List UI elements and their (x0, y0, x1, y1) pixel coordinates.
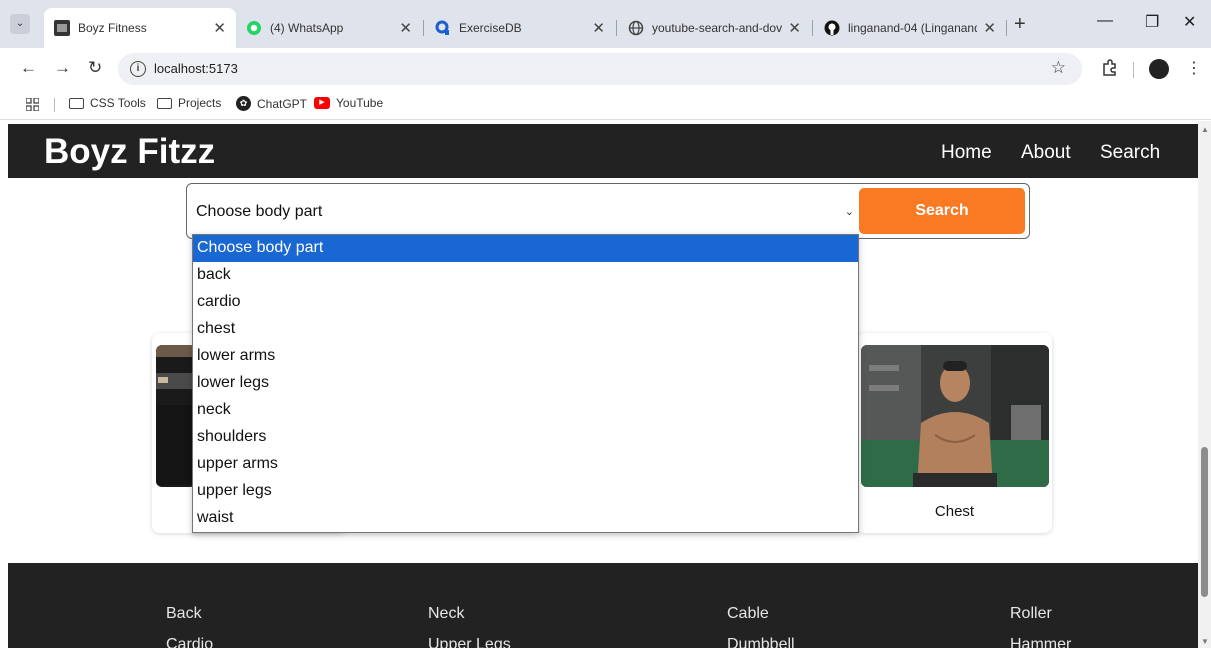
reload-icon[interactable]: ↻ (88, 58, 102, 78)
apps-grid-icon[interactable] (25, 97, 40, 116)
tab-exercisedb[interactable]: ExerciseDB ✕ (425, 8, 615, 48)
dropdown-option[interactable]: back (193, 262, 858, 289)
profile-avatar[interactable] (1149, 59, 1169, 79)
tab-close-icon[interactable]: ✕ (983, 19, 996, 37)
tab-close-icon[interactable]: ✕ (788, 19, 801, 37)
tab-github[interactable]: linganand-04 (Linganand ✕ (814, 8, 1006, 48)
tab-title: ExerciseDB (459, 21, 522, 35)
bookmark-label: YouTube (336, 96, 384, 110)
toolbar-divider (1133, 62, 1134, 78)
footer-link-cardio[interactable]: Cardio (166, 636, 213, 648)
bookmarks-bar: CSS Tools Projects ✿ ChatGPT ▶ YouTube (0, 90, 1211, 120)
tab-separator (616, 20, 617, 36)
tab-close-icon[interactable]: ✕ (213, 19, 226, 37)
bookmark-label: ChatGPT (257, 96, 308, 111)
bookmark-chatgpt[interactable]: ✿ ChatGPT (236, 96, 307, 111)
page-viewport: Boyz Fitzz Home About Search Choose body… (0, 121, 1198, 648)
site-footer: Back Cardio Neck Upper Legs Cable Dumbbe… (8, 563, 1198, 648)
scroll-down-arrow-icon[interactable]: ▼ (1201, 637, 1209, 646)
globe-icon (628, 20, 644, 36)
body-part-card-chest[interactable]: Chest (857, 333, 1052, 533)
bookmark-star-icon[interactable]: ☆ (1051, 58, 1066, 78)
new-tab-icon[interactable]: + (1014, 14, 1026, 34)
bookmark-label: CSS Tools (90, 96, 146, 110)
tab-close-icon[interactable]: ✕ (399, 19, 412, 37)
bookmarks-divider (54, 98, 55, 112)
tab-boyz-fitness[interactable]: Boyz Fitness ✕ (44, 8, 236, 48)
github-icon (824, 20, 840, 36)
bookmark-label: Projects (178, 96, 222, 110)
card-image (156, 345, 196, 487)
footer-link-hammer[interactable]: Hammer (1010, 636, 1071, 648)
scrollbar-thumb[interactable] (1201, 447, 1208, 597)
tab-separator (1006, 20, 1007, 36)
card-label: Chest (934, 503, 975, 520)
browser-toolbar: ← → ↻ i localhost:5173 ☆ ⋮ (0, 48, 1211, 90)
restore-icon[interactable]: ❐ (1145, 12, 1159, 32)
nav-link-about[interactable]: About (1021, 142, 1071, 164)
page-scrollbar[interactable]: ▲ ▼ (1198, 121, 1211, 648)
footer-link-dumbbell[interactable]: Dumbbell (727, 636, 795, 648)
chevron-down-icon: ⌄ (844, 206, 854, 218)
tab-title: linganand-04 (Linganand (848, 21, 978, 35)
tab-separator (423, 20, 424, 36)
extensions-icon[interactable] (1100, 58, 1118, 81)
tab-youtube-search[interactable]: youtube-search-and-dov ✕ (618, 8, 811, 48)
menu-dots-icon[interactable]: ⋮ (1186, 58, 1202, 78)
back-arrow-icon[interactable]: ← (20, 58, 37, 78)
chatgpt-icon: ✿ (236, 96, 251, 111)
dropdown-option[interactable]: lower legs (193, 370, 858, 397)
whatsapp-icon (246, 20, 262, 36)
footer-link-upper-legs[interactable]: Upper Legs (428, 636, 511, 648)
tab-title: (4) WhatsApp (270, 21, 344, 35)
site-favicon-icon (54, 20, 70, 36)
forward-arrow-icon[interactable]: → (54, 58, 71, 78)
search-button[interactable]: Search (859, 188, 1025, 234)
tab-close-icon[interactable]: ✕ (592, 19, 605, 37)
bookmark-projects[interactable]: Projects (157, 96, 221, 110)
dropdown-option[interactable]: shoulders (193, 424, 858, 451)
url-text: localhost:5173 (154, 61, 238, 76)
body-part-dropdown-list[interactable]: Choose body part back cardio chest lower… (192, 234, 859, 533)
dropdown-option[interactable]: cardio (193, 289, 858, 316)
nav-link-home[interactable]: Home (941, 142, 992, 164)
youtube-icon: ▶ (314, 97, 330, 109)
minimize-icon[interactable]: — (1097, 12, 1113, 30)
tab-whatsapp[interactable]: (4) WhatsApp ✕ (236, 8, 422, 48)
tab-title: youtube-search-and-dov (652, 21, 783, 35)
tab-strip: ⌄ Boyz Fitness ✕ (4) WhatsApp ✕ Exercise… (0, 0, 1211, 48)
bookmark-youtube[interactable]: ▶ YouTube (314, 96, 383, 110)
body-part-select[interactable]: Choose body part ⌄ (187, 184, 860, 238)
search-form: Choose body part ⌄ Search (186, 183, 1030, 239)
dropdown-option[interactable]: upper arms (193, 451, 858, 478)
site-header: Boyz Fitzz Home About Search (8, 124, 1198, 178)
footer-link-roller[interactable]: Roller (1010, 605, 1052, 623)
footer-link-cable[interactable]: Cable (727, 605, 769, 623)
folder-icon (157, 97, 172, 109)
address-bar[interactable]: i localhost:5173 ☆ (118, 53, 1082, 85)
tab-search-button[interactable]: ⌄ (10, 14, 30, 34)
dropdown-option[interactable]: waist (193, 505, 858, 532)
bookmark-css-tools[interactable]: CSS Tools (69, 96, 146, 110)
dropdown-option[interactable]: lower arms (193, 343, 858, 370)
scroll-up-arrow-icon[interactable]: ▲ (1201, 125, 1209, 134)
tab-title: Boyz Fitness (78, 21, 147, 35)
exercisedb-icon (435, 20, 451, 36)
dropdown-option[interactable]: upper legs (193, 478, 858, 505)
window-close-icon[interactable]: ✕ (1183, 12, 1196, 32)
tab-separator (812, 20, 813, 36)
dropdown-option[interactable]: Choose body part (193, 235, 858, 262)
footer-link-back[interactable]: Back (166, 605, 202, 623)
info-icon[interactable]: i (130, 61, 146, 77)
dropdown-option[interactable]: neck (193, 397, 858, 424)
select-value: Choose body part (196, 203, 323, 220)
folder-icon (69, 97, 84, 109)
dropdown-option[interactable]: chest (193, 316, 858, 343)
footer-link-neck[interactable]: Neck (428, 605, 464, 623)
card-image (861, 345, 1049, 487)
nav-link-search[interactable]: Search (1100, 142, 1160, 164)
site-logo[interactable]: Boyz Fitzz (44, 132, 215, 172)
